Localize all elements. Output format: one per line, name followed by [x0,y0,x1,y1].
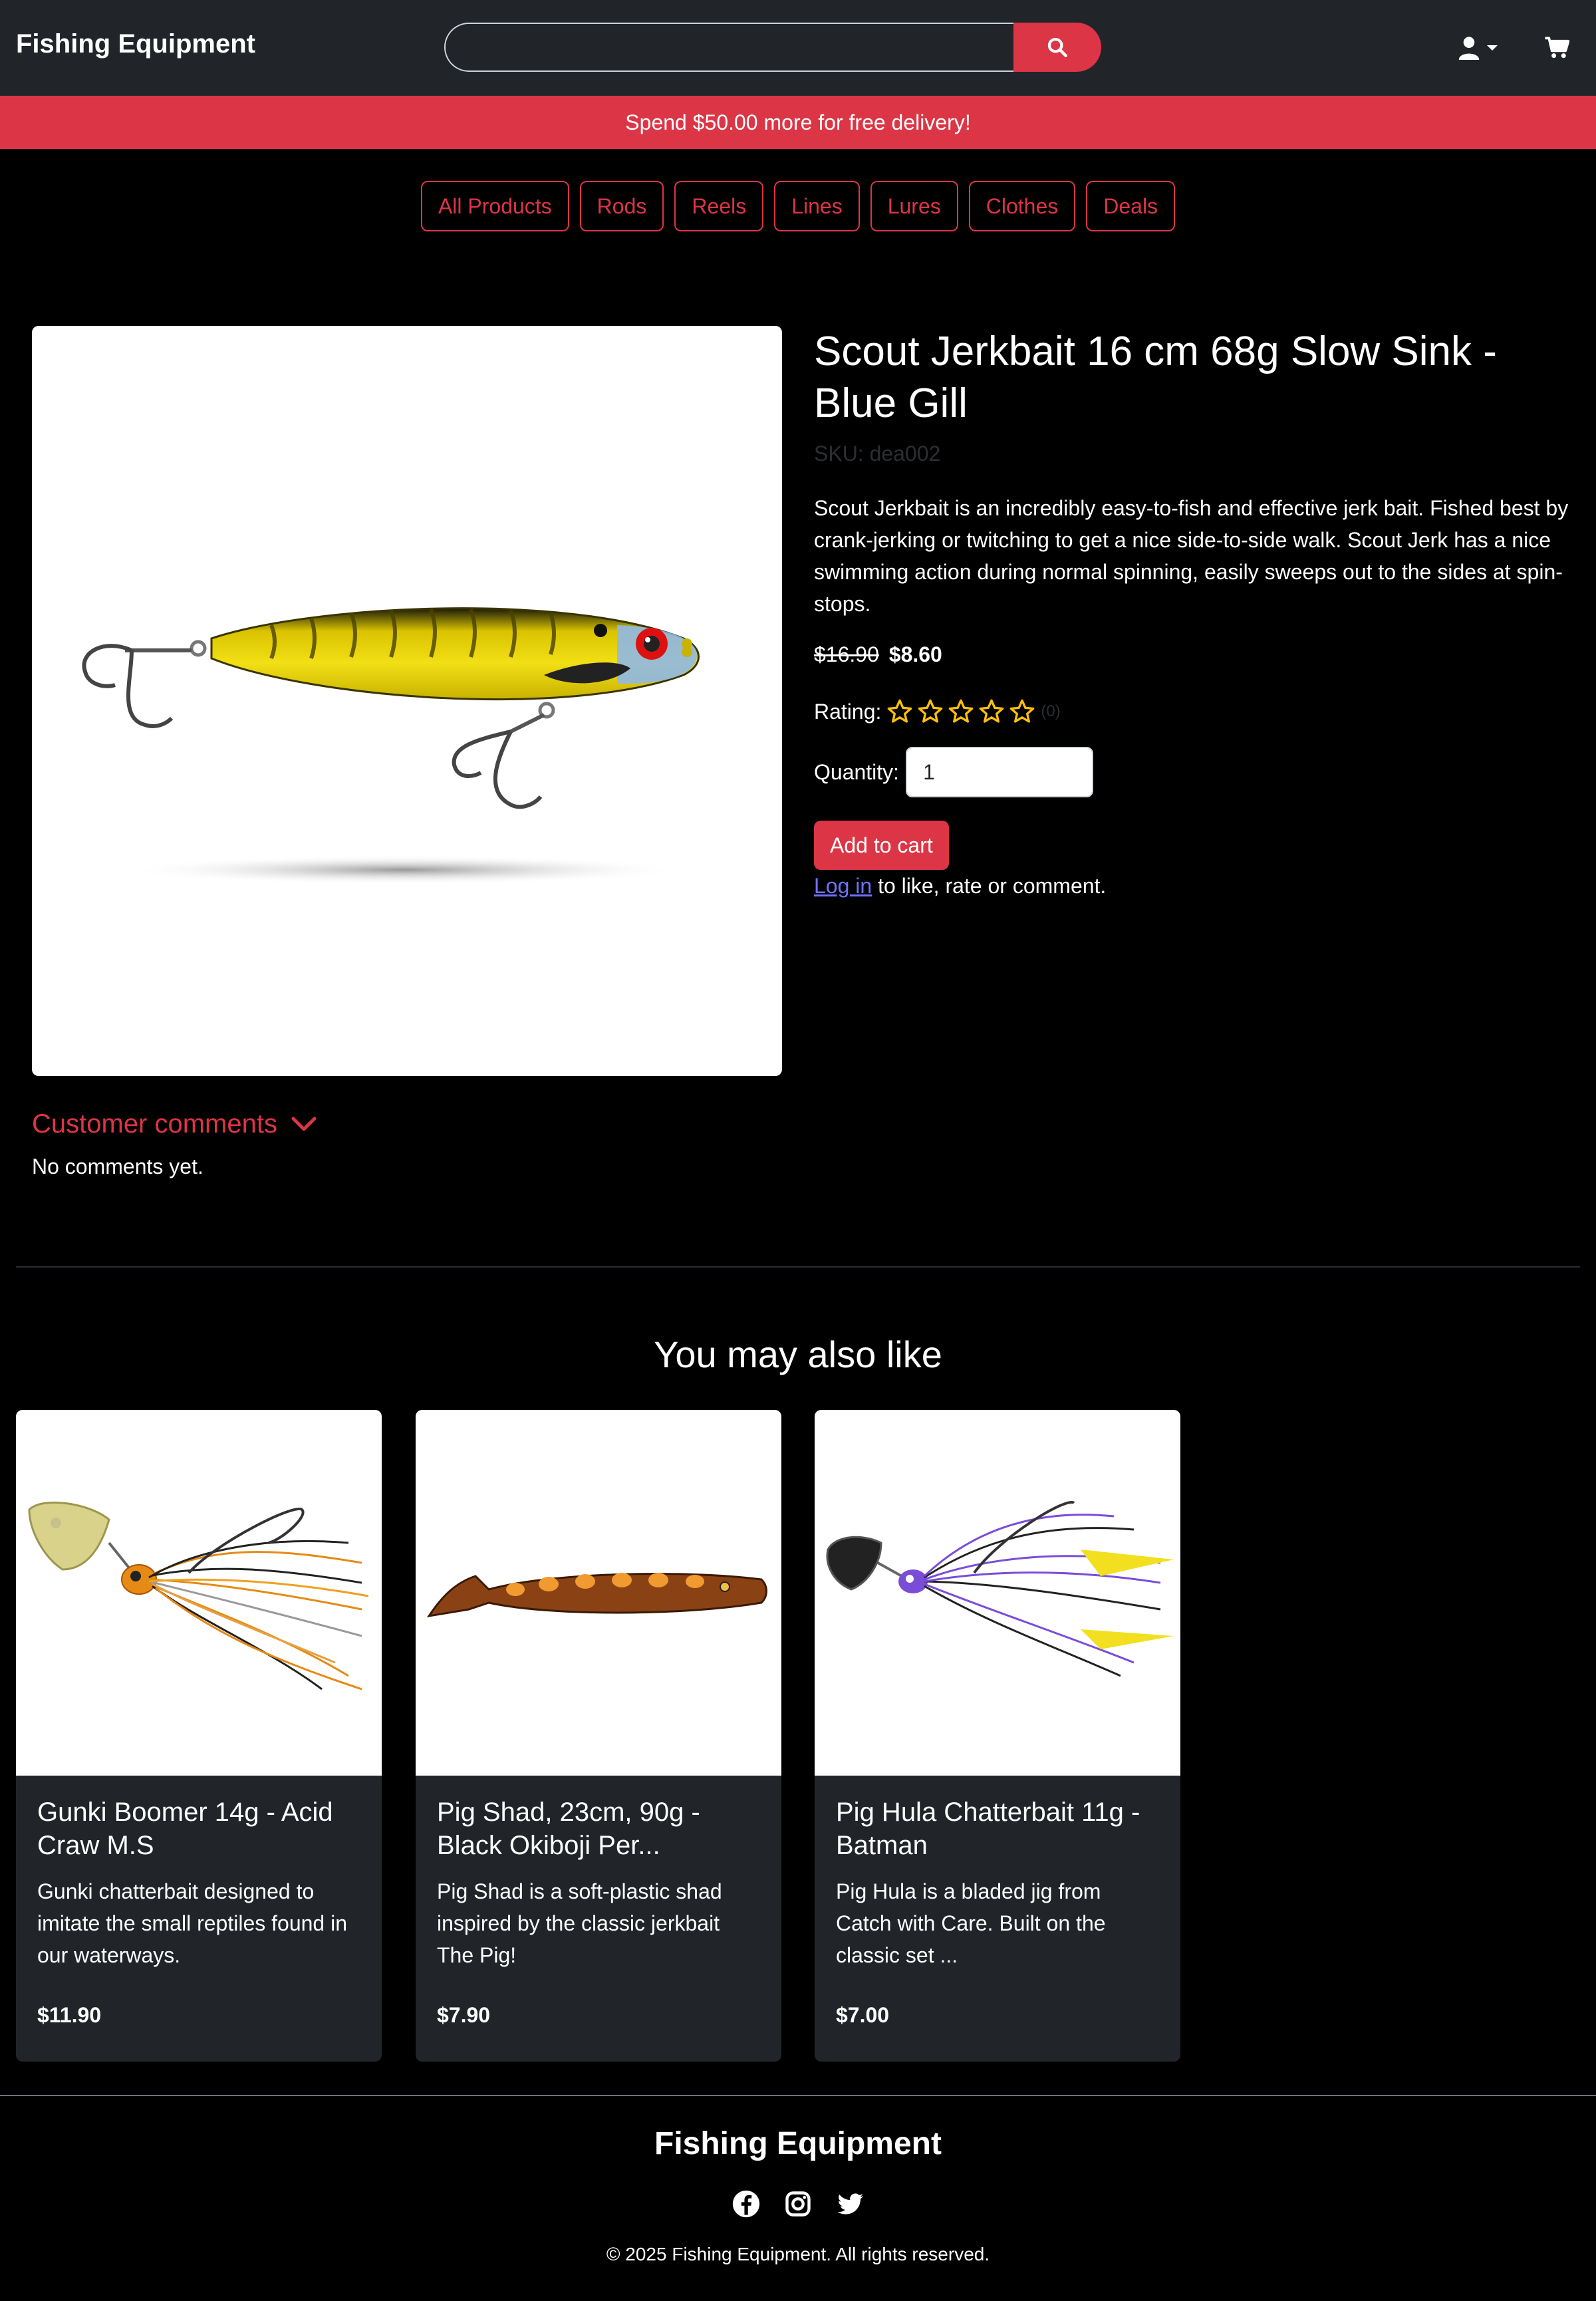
no-comments-text: No comments yet. [32,1154,203,1178]
product-card-body: Pig Hula Chatterbait 11g - Batman Pig Hu… [815,1776,1180,1991]
product-card-title: Gunki Boomer 14g - Acid Craw M.S [37,1798,333,1860]
product-card-price: $7.90 [437,2003,491,2027]
product-card-price: $7.00 [836,2003,890,2027]
comments-heading: Customer comments [32,1109,277,1139]
category-clothes[interactable]: Clothes [968,181,1076,231]
category-deals[interactable]: Deals [1086,181,1176,231]
category-all-products[interactable]: All Products [420,181,569,231]
social-links [0,2189,1596,2219]
product-card-body: Pig Shad, 23cm, 90g - Black Okiboji Per.… [416,1776,781,1991]
cart-button[interactable] [1541,33,1572,63]
quantity-row: Quantity: [814,746,1094,798]
add-to-cart-button[interactable]: Add to cart [814,821,949,870]
star-icon[interactable] [917,698,944,725]
brand-logo[interactable]: Fishing Equipment [16,29,255,59]
jerkbait-lure-image [82,607,700,884]
product-card-image [416,1410,781,1776]
search-input[interactable] [444,23,1015,72]
quantity-label: Quantity: [814,759,900,784]
user-icon [1458,37,1480,60]
product-card-title: Pig Hula Chatterbait 11g - Batman [836,1798,1140,1860]
product-card-image [815,1410,1180,1776]
product-card-image [16,1410,382,1776]
chevron-down-icon [1487,45,1498,51]
facebook-icon[interactable] [732,2189,761,2219]
chevron-down-icon [291,1117,317,1131]
sku-label: SKU: [814,442,864,466]
footer-divider [0,2095,1596,2096]
login-suffix: to like, rate or comment. [872,874,1107,898]
search-bar [444,23,1101,72]
sale-price: $8.60 [888,642,942,666]
cart-icon [1545,37,1569,59]
star-icon[interactable] [886,698,913,725]
product-card[interactable]: Pig Shad, 23cm, 90g - Black Okiboji Per.… [416,1410,781,2062]
customer-comments-toggle[interactable]: Customer comments [32,1109,317,1139]
product-description: Scout Jerkbait is an incredibly easy-to-… [814,496,1569,616]
product-card-body: Gunki Boomer 14g - Acid Craw M.S Gunki c… [16,1776,382,1991]
category-rods[interactable]: Rods [579,181,664,231]
rating-label: Rating: [814,699,882,724]
softbait-lure-image [426,1573,767,1618]
old-price: $16.90 [814,642,879,666]
product-sku: SKU: dea002 [814,442,940,466]
product-card[interactable]: Pig Hula Chatterbait 11g - Batman Pig Hu… [815,1410,1180,2062]
divider [16,1266,1580,1268]
login-link[interactable]: Log in [814,874,872,898]
chatterbait-lure-image [826,1500,1174,1677]
star-icon[interactable] [1009,698,1035,725]
product-card[interactable]: Gunki Boomer 14g - Acid Craw M.S Gunki c… [16,1410,382,2062]
login-prompt: Log in to like, rate or comment. [814,874,1106,898]
product-title: Scout Jerkbait 16 cm 68g Slow Sink - Blu… [814,329,1497,426]
category-nav: All Products Rods Reels Lines Lures Clot… [0,181,1596,231]
chatterbait-lure-image [28,1501,369,1691]
quantity-input[interactable] [906,747,1094,797]
free-delivery-banner: Spend $50.00 more for free delivery! [0,96,1596,149]
instagram-icon[interactable] [783,2189,813,2219]
product-price: $16.90 $8.60 [814,642,942,667]
star-icon[interactable] [978,698,1005,725]
star-icon[interactable] [948,698,974,725]
also-like-heading: You may also like [654,1333,942,1375]
category-lures[interactable]: Lures [870,181,958,231]
top-navbar: Fishing Equipment [0,0,1596,96]
twitter-icon[interactable] [835,2189,864,2219]
category-reels[interactable]: Reels [674,181,764,231]
rating-stars [886,698,1035,725]
product-rating: Rating: (0) [814,694,1061,729]
copyright-text: © 2025 Fishing Equipment. All rights res… [606,2244,990,2264]
search-icon [1047,37,1068,58]
search-button[interactable] [1013,23,1101,72]
rating-count: (0) [1041,702,1061,720]
footer-brand: Fishing Equipment [654,2126,942,2161]
product-card-description: Gunki chatterbait designed to imitate th… [37,1879,347,1967]
user-menu-dropdown[interactable] [1458,33,1506,63]
category-lines[interactable]: Lines [774,181,860,231]
sku-value: dea002 [869,442,941,466]
product-card-price: $11.90 [37,2003,102,2027]
product-image [32,326,782,1076]
product-card-description: Pig Shad is a soft-plastic shad inspired… [437,1879,722,1967]
product-card-title: Pig Shad, 23cm, 90g - Black Okiboji Per.… [437,1798,700,1860]
product-card-description: Pig Hula is a bladed jig from Catch with… [836,1879,1106,1967]
